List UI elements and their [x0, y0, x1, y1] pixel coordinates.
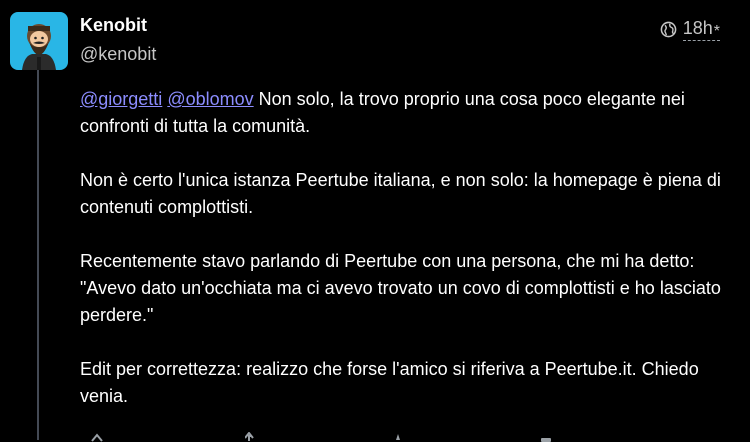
display-name[interactable]: Kenobit — [80, 15, 147, 36]
post-paragraph: Edit per correttezza: realizzo che forse… — [80, 359, 699, 406]
action-bar — [80, 432, 680, 442]
post-content: @giorgetti @oblomov Non solo, la trovo p… — [80, 86, 740, 437]
boost-button[interactable] — [245, 432, 261, 442]
favourite-icon — [396, 434, 400, 440]
account-handle[interactable]: @kenobit — [80, 44, 156, 65]
timestamp-link[interactable]: 18h* — [682, 18, 720, 41]
bearded-man-avatar-icon — [10, 12, 68, 70]
post-meta: 18h* — [660, 18, 720, 41]
timestamp: 18h — [682, 18, 713, 38]
reply-button[interactable] — [90, 432, 106, 442]
reply-icon — [91, 433, 103, 442]
more-icon — [541, 438, 551, 442]
boost-icon — [245, 432, 254, 441]
more-button[interactable] — [538, 432, 554, 442]
post-paragraph: @giorgetti @oblomov Non solo, la trovo p… — [80, 86, 740, 140]
favourite-button[interactable] — [390, 432, 406, 442]
edited-indicator: * — [713, 23, 720, 40]
post-paragraph: Recentemente stavo parlando di Peertube … — [80, 251, 721, 325]
mention-link[interactable]: @oblomov — [167, 89, 253, 109]
mention-link[interactable]: @giorgetti — [80, 89, 162, 109]
avatar[interactable] — [10, 12, 68, 70]
globe-icon — [660, 21, 677, 38]
post-paragraph: Non è certo l'unica istanza Peertube ita… — [80, 170, 721, 217]
thread-line — [37, 70, 39, 440]
